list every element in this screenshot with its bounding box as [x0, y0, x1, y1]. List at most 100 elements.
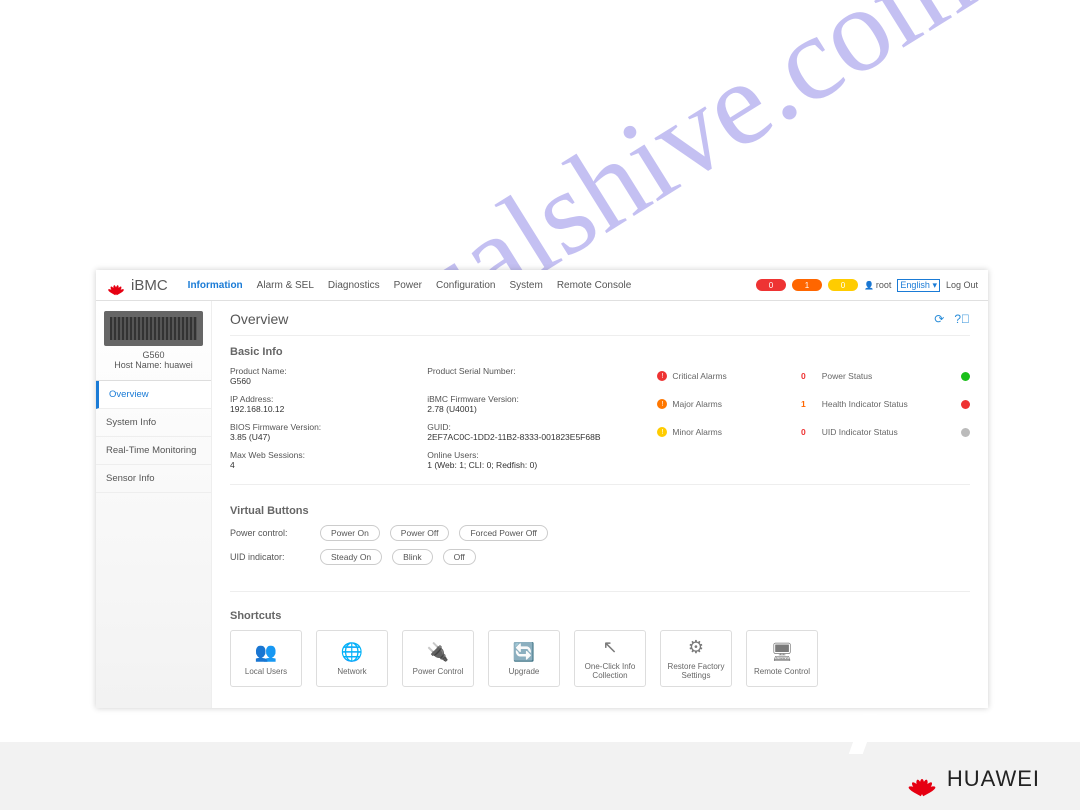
power-off-button[interactable]: Power Off — [390, 525, 450, 541]
label-bios-fw: BIOS Firmware Version: — [230, 422, 411, 432]
minor-badge-icon: ! — [657, 427, 667, 437]
sidebar-item-overview[interactable]: Overview — [96, 381, 211, 409]
basic-info-grid: Product Name:G560 Product Serial Number:… — [230, 366, 970, 485]
monitor-icon: 🖥 — [771, 642, 794, 663]
label-health-status: Health Indicator Status — [822, 399, 908, 409]
tab-configuration[interactable]: Configuration — [436, 280, 495, 291]
minor-pill[interactable]: 0 — [828, 279, 858, 291]
footer-brand-text: HUAWEI — [947, 766, 1040, 792]
refresh-icon: 🔄 — [513, 642, 535, 663]
sidebar-item-realtime-monitoring[interactable]: Real-Time Monitoring — [96, 437, 211, 465]
tab-information[interactable]: Information — [188, 280, 243, 291]
uid-steady-on-button[interactable]: Steady On — [320, 549, 382, 565]
critical-badge-icon: ! — [657, 371, 667, 381]
tab-diagnostics[interactable]: Diagnostics — [328, 280, 380, 291]
label-uid-status: UID Indicator Status — [822, 427, 898, 437]
sidebar-item-sensor-info[interactable]: Sensor Info — [96, 465, 211, 493]
label-ibmc-fw: iBMC Firmware Version: — [427, 394, 641, 404]
brand-text: iBMC — [131, 277, 168, 294]
power-status-indicator — [961, 372, 970, 381]
label-major-alarms: Major Alarms — [672, 399, 722, 409]
count-critical-alarms: 0 — [801, 371, 806, 381]
uid-blink-button[interactable]: Blink — [392, 549, 432, 565]
critical-pill[interactable]: 0 — [756, 279, 786, 291]
shortcut-label: Restore Factory Settings — [661, 662, 731, 680]
tab-remote-console[interactable]: Remote Console — [557, 280, 631, 291]
section-shortcuts: Shortcuts — [230, 610, 970, 622]
shortcut-label: Upgrade — [509, 667, 540, 676]
brand-logo: iBMC — [106, 276, 168, 294]
power-on-button[interactable]: Power On — [320, 525, 380, 541]
gear-icon: ⚙ — [688, 637, 704, 658]
health-status-indicator — [961, 400, 970, 409]
value-max-sessions: 4 — [230, 460, 411, 470]
label-ip-address: IP Address: — [230, 394, 411, 404]
hostname-label: Host Name: huawei — [96, 360, 211, 370]
footer-divider — [849, 714, 878, 754]
label-guid: GUID: — [427, 422, 641, 432]
chassis-image — [104, 311, 203, 346]
major-badge-icon: ! — [657, 399, 667, 409]
major-pill[interactable]: 1 — [792, 279, 822, 291]
label-critical-alarms: Critical Alarms — [672, 371, 726, 381]
label-minor-alarms: Minor Alarms — [672, 427, 722, 437]
tab-system[interactable]: System — [509, 280, 542, 291]
cursor-icon: ↖ — [602, 637, 617, 658]
count-minor-alarms: 0 — [801, 427, 806, 437]
section-virtual-buttons: Virtual Buttons — [230, 505, 970, 517]
shortcut-label: Network — [337, 667, 366, 676]
value-ip-address: 192.168.10.12 — [230, 404, 411, 414]
value-online-users: 1 (Web: 1; CLI: 0; Redfish: 0) — [427, 460, 641, 470]
shortcut-label: Remote Control — [754, 667, 810, 676]
label-max-sessions: Max Web Sessions: — [230, 450, 411, 460]
shortcut-one-click-collection[interactable]: ↖ One-Click Info Collection — [574, 630, 646, 687]
main-content: Overview ⟳ ?⃝ Basic Info Product Name:G5… — [212, 301, 988, 708]
sidebar-item-system-info[interactable]: System Info — [96, 409, 211, 437]
tab-power[interactable]: Power — [394, 280, 422, 291]
uid-off-button[interactable]: Off — [443, 549, 476, 565]
count-major-alarms: 1 — [801, 399, 806, 409]
help-icon[interactable]: ?⃝ — [954, 312, 970, 326]
users-icon: 👥 — [255, 642, 277, 663]
plug-icon: 🔌 — [427, 642, 449, 663]
current-user: root — [864, 280, 891, 290]
top-tabs: Information Alarm & SEL Diagnostics Powe… — [188, 280, 632, 291]
label-online-users: Online Users: — [427, 450, 641, 460]
shortcut-label: Power Control — [413, 667, 464, 676]
sidebar-nav: Overview System Info Real-Time Monitorin… — [96, 380, 211, 493]
footer-brand: HUAWEI — [905, 764, 1040, 794]
value-guid: 2EF7AC0C-1DD2-11B2-8333-001823E5F68B — [427, 432, 641, 442]
shortcut-power-control[interactable]: 🔌 Power Control — [402, 630, 474, 687]
shortcut-label: One-Click Info Collection — [575, 662, 645, 680]
shortcut-label: Local Users — [245, 667, 287, 676]
sidebar: G560 Host Name: huawei Overview System I… — [96, 301, 212, 708]
globe-icon: 🌐 — [341, 642, 363, 663]
label-product-name: Product Name: — [230, 366, 411, 376]
model-label: G560 — [96, 350, 211, 360]
label-uid-indicator: UID indicator: — [230, 552, 310, 562]
shortcut-upgrade[interactable]: 🔄 Upgrade — [488, 630, 560, 687]
app-window: iBMC Information Alarm & SEL Diagnostics… — [96, 270, 988, 708]
refresh-icon[interactable]: ⟳ — [934, 312, 944, 326]
uid-status-indicator — [961, 428, 970, 437]
shortcut-local-users[interactable]: 👥 Local Users — [230, 630, 302, 687]
value-product-name: G560 — [230, 376, 411, 386]
section-basic-info: Basic Info — [230, 346, 970, 358]
shortcut-network[interactable]: 🌐 Network — [316, 630, 388, 687]
topbar: iBMC Information Alarm & SEL Diagnostics… — [96, 270, 988, 301]
page-footer: HUAWEI — [0, 742, 1080, 810]
shortcut-grid: 👥 Local Users 🌐 Network 🔌 Power Control 🔄 Up… — [230, 630, 970, 687]
shortcut-restore-factory[interactable]: ⚙ Restore Factory Settings — [660, 630, 732, 687]
language-select[interactable]: English ▾ — [897, 279, 940, 292]
label-power-status: Power Status — [822, 371, 873, 381]
page-title: Overview — [230, 311, 288, 327]
logout-link[interactable]: Log Out — [946, 280, 978, 290]
value-bios-fw: 3.85 (U47) — [230, 432, 411, 442]
value-ibmc-fw: 2.78 (U4001) — [427, 404, 641, 414]
tab-alarm-sel[interactable]: Alarm & SEL — [257, 280, 314, 291]
label-product-sn: Product Serial Number: — [427, 366, 641, 376]
huawei-petal-icon — [106, 276, 126, 294]
forced-power-off-button[interactable]: Forced Power Off — [459, 525, 547, 541]
label-power-control: Power control: — [230, 528, 310, 538]
shortcut-remote-control[interactable]: 🖥 Remote Control — [746, 630, 818, 687]
